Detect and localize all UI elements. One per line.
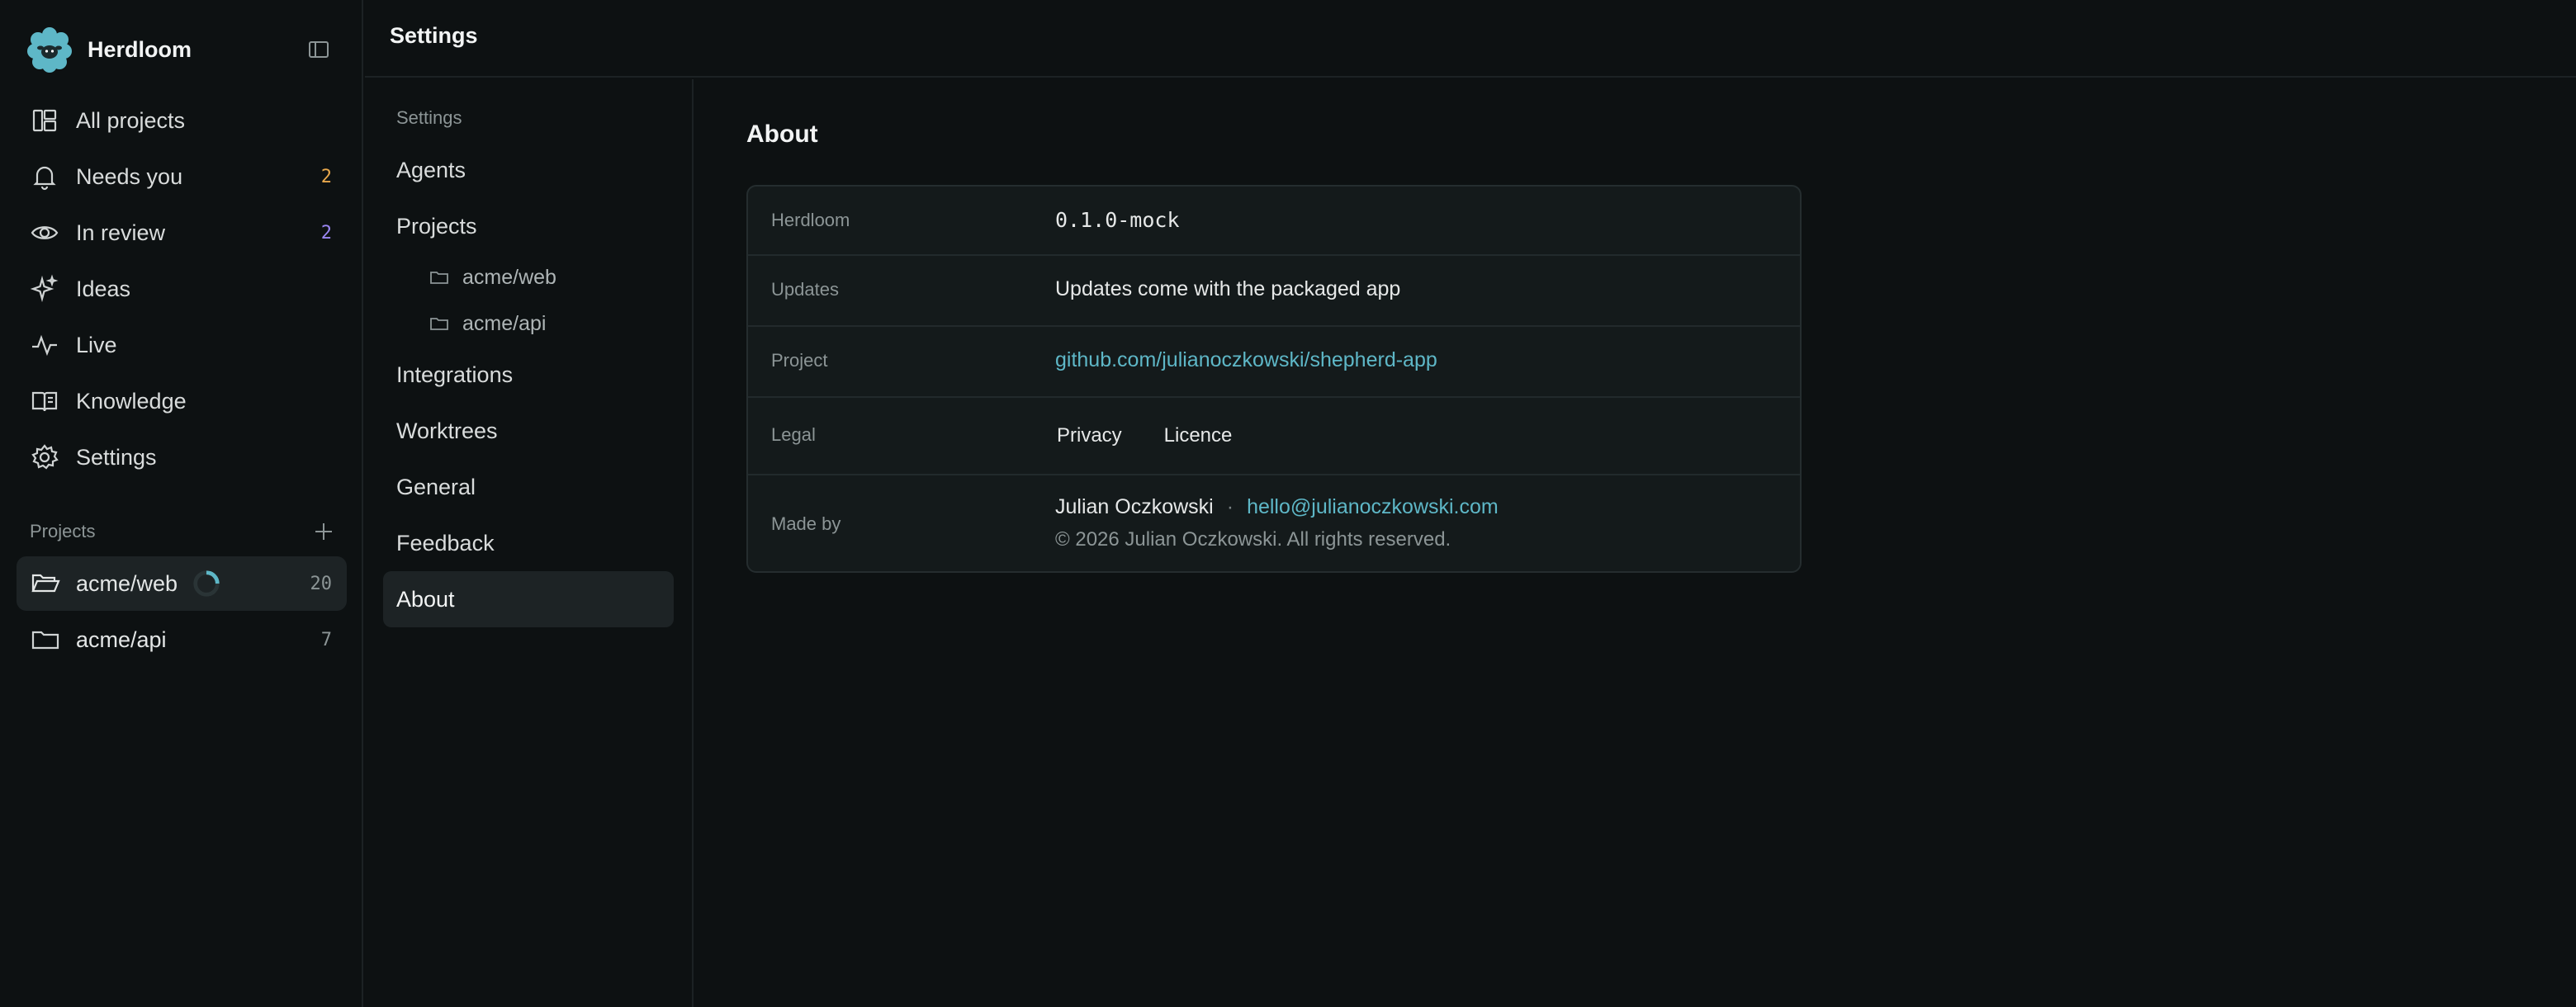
plus-icon[interactable] [312,520,335,543]
settings-nav: Settings Agents Projects acme/web acme/a… [365,79,694,1007]
nav-label: Needs you [76,163,183,189]
folder-icon [430,318,448,330]
project-count: 7 [320,629,332,650]
subitem-label: acme/api [462,311,547,335]
grid-icon [32,109,57,132]
author-email-link[interactable]: hello@julianoczkowski.com [1247,495,1499,518]
main-nav: All projects Needs you 2 In review 2 Ide… [17,92,347,485]
author-name: Julian Oczkowski [1055,495,1214,518]
subitem-label: acme/web [462,265,556,289]
about-card: Herdloom 0.1.0-mock Updates Updates come… [746,185,1802,573]
row-made-by: Made by Julian Oczkowski · hello@julianocz… [748,475,1800,571]
project-item-acme-api[interactable]: acme/api 7 [17,612,347,667]
project-count: 20 [310,573,333,594]
nav-item-ideas[interactable]: Ideas [17,261,347,317]
nav-item-needs-you[interactable]: Needs you 2 [17,149,347,205]
folder-icon [430,272,448,284]
activity-icon [32,334,57,357]
nav-item-in-review[interactable]: In review 2 [17,205,347,261]
settings-tab-general[interactable]: General [383,459,674,515]
book-icon [31,391,58,412]
row-legal: Legal Privacy Licence [748,398,1800,475]
projects-section-header: Projects [30,517,335,546]
settings-tab-agents[interactable]: Agents [383,142,674,198]
section-title: About [746,121,818,148]
separator-dot: · [1226,495,1234,518]
settings-subitem-acme-web[interactable]: acme/web [383,254,674,300]
settings-nav-heading: Settings [396,107,462,128]
updates-value: Updates come with the packaged app [1055,277,1401,300]
brand[interactable]: Herdloom [26,26,192,73]
folder-open-icon [31,574,60,593]
sparkle-icon [30,274,59,303]
copyright-text: © 2026 Julian Oczkowski. All rights rese… [1055,528,1451,551]
settings-nav-list: Agents Projects acme/web acme/api Integr… [383,142,674,627]
row-project: Project github.com/julianoczkowski/sheph… [748,327,1800,398]
project-item-acme-web[interactable]: acme/web 20 [17,556,347,611]
row-label: Legal [771,424,816,445]
settings-tab-projects[interactable]: Projects [383,198,674,254]
nav-item-knowledge[interactable]: Knowledge [17,373,347,429]
settings-tab-integrations[interactable]: Integrations [383,347,674,403]
about-panel: About Herdloom 0.1.0-mock Updates Update… [695,79,2576,1007]
needs-you-count: 2 [320,166,332,187]
row-label: Made by [771,513,841,534]
project-link[interactable]: github.com/julianoczkowski/shepherd-app [1055,348,1437,372]
row-label: Project [771,350,828,371]
nav-label: Live [76,332,117,357]
top-bar: Settings [365,0,2576,78]
sheep-logo-icon [27,27,72,73]
project-label: acme/api [76,626,167,652]
in-review-count: 2 [320,222,332,243]
project-list: acme/web 20 acme/api 7 [17,556,347,669]
page-title: Settings [390,23,478,48]
row-updates: Updates Updates come with the packaged a… [748,256,1800,327]
loading-spinner-icon [193,570,220,597]
nav-item-all-projects[interactable]: All projects [17,92,347,149]
nav-item-settings[interactable]: Settings [17,429,347,485]
settings-tab-about[interactable]: About [383,571,674,627]
version-value: 0.1.0-mock [1055,208,1180,232]
nav-label: All projects [76,107,186,133]
settings-subitem-acme-api[interactable]: acme/api [383,300,674,347]
settings-tab-feedback[interactable]: Feedback [383,515,674,571]
folder-icon [31,631,59,650]
sidebar-toggle-icon[interactable] [307,38,330,61]
made-by-value: Julian Oczkowski · hello@julianoczkowski.c… [1055,495,1499,519]
nav-label: Settings [76,444,157,470]
row-label: Herdloom [771,210,850,230]
nav-item-live[interactable]: Live [17,317,347,373]
licence-button[interactable]: Licence [1146,418,1251,454]
privacy-button[interactable]: Privacy [1039,418,1140,454]
app-name: Herdloom [88,36,192,62]
settings-tab-worktrees[interactable]: Worktrees [383,403,674,459]
nav-label: Ideas [76,276,131,301]
legal-links: Privacy Licence [1039,418,1250,454]
nav-label: Knowledge [76,388,187,414]
row-label: Updates [771,279,839,300]
project-label: acme/web [76,570,178,596]
nav-label: In review [76,220,166,245]
projects-title: Projects [30,521,96,541]
eye-icon [31,226,59,239]
gear-icon [31,444,59,470]
row-version: Herdloom 0.1.0-mock [748,187,1800,256]
bell-icon [33,166,56,191]
sidebar: Herdloom All projects Needs you 2 In rev… [0,0,363,1007]
